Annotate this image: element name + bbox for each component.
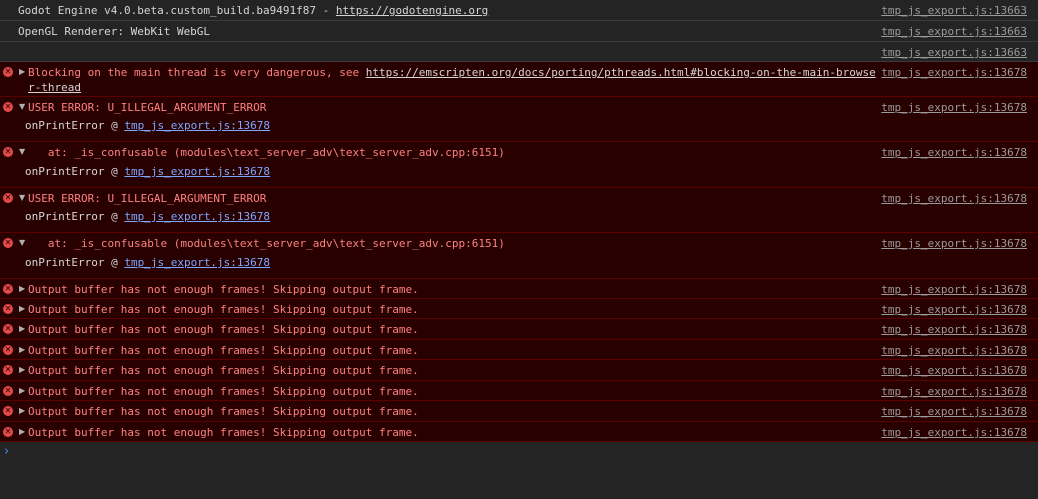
source-link[interactable]: tmp_js_export.js:13663: [881, 4, 1027, 17]
source-link[interactable]: tmp_js_export.js:13678: [881, 323, 1027, 336]
stack-link[interactable]: tmp_js_export.js:13678: [124, 256, 270, 269]
error-circle-icon: ✕: [3, 365, 13, 375]
message-text: USER ERROR: U_ILLEGAL_ARGUMENT_ERROR: [28, 101, 267, 114]
message-text: Blocking on the main thread is very dang…: [28, 66, 366, 79]
disclosure-triangle-icon[interactable]: ▼: [19, 101, 25, 113]
error-circle-icon: ✕: [3, 102, 13, 112]
error-circle-icon: ✕: [3, 67, 13, 77]
error-circle-icon: ✕: [3, 147, 13, 157]
message-text: Output buffer has not enough frames! Ski…: [28, 283, 419, 296]
console-error: ✕ ▼ at: _is_confusable (modules\text_ser…: [0, 142, 1038, 188]
disclosure-triangle-icon[interactable]: ▶: [19, 323, 25, 335]
console-error: ✕ ▶ Output buffer has not enough frames!…: [0, 319, 1038, 340]
message-text: Output buffer has not enough frames! Ski…: [28, 344, 419, 357]
disclosure-triangle-icon[interactable]: ▶: [19, 364, 25, 376]
source-link[interactable]: tmp_js_export.js:13678: [881, 146, 1027, 159]
console-error: ✕ ▶ Output buffer has not enough frames!…: [0, 299, 1038, 319]
error-circle-icon: ✕: [3, 304, 13, 314]
disclosure-triangle-icon[interactable]: ▼: [19, 146, 25, 158]
console-error: ✕ ▶ Output buffer has not enough frames!…: [0, 279, 1038, 299]
disclosure-triangle-icon[interactable]: ▶: [19, 303, 25, 315]
console-log-area: Godot Engine v4.0.beta.custom_build.ba94…: [0, 0, 1038, 442]
error-circle-icon: ✕: [3, 324, 13, 334]
stack-link[interactable]: tmp_js_export.js:13678: [124, 210, 270, 223]
console-error: ✕ ▶ Output buffer has not enough frames!…: [0, 340, 1038, 360]
console-error: ✕ ▶ Output buffer has not enough frames!…: [0, 422, 1038, 442]
error-circle-icon: ✕: [3, 284, 13, 294]
error-circle-icon: ✕: [3, 406, 13, 416]
stack-function: onPrintError @: [25, 119, 125, 132]
disclosure-triangle-icon[interactable]: ▶: [19, 344, 25, 356]
message-text: Godot Engine v4.0.beta.custom_build.ba94…: [18, 4, 336, 17]
error-circle-icon: ✕: [3, 193, 13, 203]
source-link[interactable]: tmp_js_export.js:13663: [881, 25, 1027, 38]
message-text: at: _is_confusable (modules\text_server_…: [28, 146, 505, 159]
source-link[interactable]: tmp_js_export.js:13678: [881, 192, 1027, 205]
source-link[interactable]: tmp_js_export.js:13678: [881, 101, 1027, 114]
message-text: Output buffer has not enough frames! Ski…: [28, 303, 419, 316]
message-link-continuation[interactable]: r-thread: [28, 81, 81, 94]
source-link[interactable]: tmp_js_export.js:13678: [881, 283, 1027, 296]
message-link[interactable]: https://emscripten.org/docs/porting/pthr…: [366, 66, 876, 79]
console-error: ✕ ▶ Output buffer has not enough frames!…: [0, 360, 1038, 381]
message-text: Output buffer has not enough frames! Ski…: [28, 323, 419, 336]
source-link[interactable]: tmp_js_export.js:13678: [881, 364, 1027, 377]
disclosure-triangle-icon[interactable]: ▶: [19, 66, 25, 78]
source-link[interactable]: tmp_js_export.js:13663: [881, 46, 1027, 59]
message-text: at: _is_confusable (modules\text_server_…: [28, 237, 505, 250]
disclosure-triangle-icon[interactable]: ▼: [19, 192, 25, 204]
console-error: ✕ ▼ USER ERROR: U_ILLEGAL_ARGUMENT_ERROR…: [0, 97, 1038, 142]
stack-function: onPrintError @: [25, 165, 125, 178]
source-link[interactable]: tmp_js_export.js:13678: [881, 426, 1027, 439]
source-link[interactable]: tmp_js_export.js:13678: [881, 405, 1027, 418]
source-link[interactable]: tmp_js_export.js:13678: [881, 237, 1027, 250]
disclosure-triangle-icon[interactable]: ▶: [19, 426, 25, 438]
message-link[interactable]: https://godotengine.org: [336, 4, 488, 17]
source-link[interactable]: tmp_js_export.js:13678: [881, 344, 1027, 357]
message-text: Output buffer has not enough frames! Ski…: [28, 364, 419, 377]
message-text: Output buffer has not enough frames! Ski…: [28, 385, 419, 398]
source-link[interactable]: tmp_js_export.js:13678: [881, 303, 1027, 316]
disclosure-triangle-icon[interactable]: ▶: [19, 405, 25, 417]
message-text: Output buffer has not enough frames! Ski…: [28, 426, 419, 439]
disclosure-triangle-icon[interactable]: ▼: [19, 237, 25, 249]
stack-link[interactable]: tmp_js_export.js:13678: [124, 165, 270, 178]
console-error: ✕ ▼ USER ERROR: U_ILLEGAL_ARGUMENT_ERROR…: [0, 188, 1038, 233]
source-link[interactable]: tmp_js_export.js:13678: [881, 385, 1027, 398]
message-text: OpenGL Renderer: WebKit WebGL: [18, 25, 211, 38]
error-circle-icon: ✕: [3, 345, 13, 355]
console-message: Godot Engine v4.0.beta.custom_build.ba94…: [0, 0, 1038, 21]
console-error: ✕ ▼ at: _is_confusable (modules\text_ser…: [0, 233, 1038, 279]
source-link[interactable]: tmp_js_export.js:13678: [881, 66, 1027, 79]
error-circle-icon: ✕: [3, 386, 13, 396]
console-prompt-icon[interactable]: ›: [4, 444, 9, 459]
stack-function: onPrintError @: [25, 256, 125, 269]
console-message: OpenGL Renderer: WebKit WebGL tmp_js_exp…: [0, 21, 1038, 42]
disclosure-triangle-icon[interactable]: ▶: [19, 385, 25, 397]
console-message: tmp_js_export.js:13663: [0, 42, 1038, 62]
error-circle-icon: ✕: [3, 238, 13, 248]
stack-function: onPrintError @: [25, 210, 125, 223]
message-text: Output buffer has not enough frames! Ski…: [28, 405, 419, 418]
error-circle-icon: ✕: [3, 427, 13, 437]
console-error: ✕ ▶ Output buffer has not enough frames!…: [0, 381, 1038, 401]
stack-link[interactable]: tmp_js_export.js:13678: [124, 119, 270, 132]
console-error: ✕ ▶ Blocking on the main thread is very …: [0, 62, 1038, 97]
console-error: ✕ ▶ Output buffer has not enough frames!…: [0, 401, 1038, 422]
message-text: USER ERROR: U_ILLEGAL_ARGUMENT_ERROR: [28, 192, 267, 205]
disclosure-triangle-icon[interactable]: ▶: [19, 283, 25, 295]
